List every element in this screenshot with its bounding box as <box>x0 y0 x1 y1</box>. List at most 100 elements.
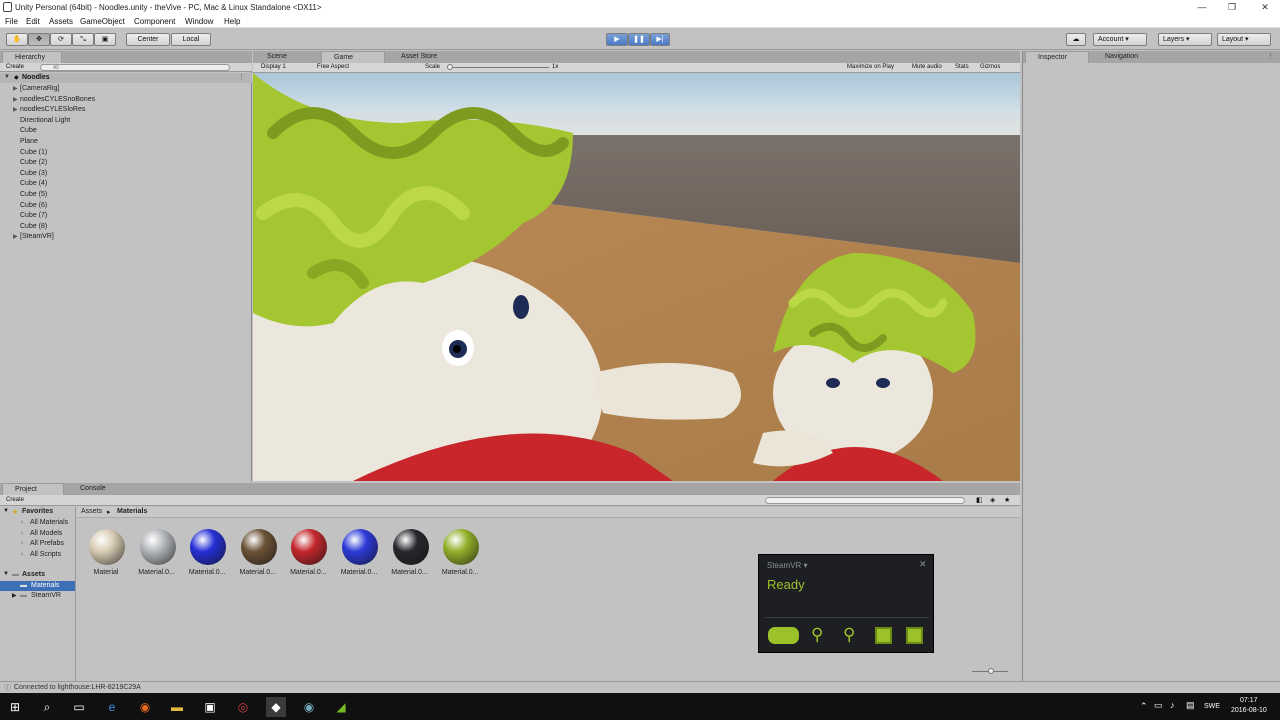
rotate-tool-icon[interactable]: ⟳ <box>50 33 72 46</box>
hierarchy-item[interactable]: Cube (2) <box>20 159 47 166</box>
hierarchy-search-input[interactable] <box>40 64 230 71</box>
task-view-icon[interactable]: ▭ <box>69 697 89 717</box>
hierarchy-item[interactable]: Plane <box>20 138 38 145</box>
tab-project[interactable]: Project <box>2 483 64 495</box>
hierarchy-expand-icon[interactable]: ▶ <box>13 233 18 240</box>
minimize-button[interactable]: — <box>1187 0 1217 15</box>
pause-button[interactable]: ❚❚ <box>628 33 650 46</box>
hierarchy-create-button[interactable]: Create <box>6 64 24 70</box>
material-thumbnail[interactable] <box>338 525 380 567</box>
favorite-all-models[interactable]: All Models <box>30 530 62 537</box>
folder-steamvr[interactable]: SteamVR <box>31 592 61 599</box>
clock-time[interactable]: 07:17 <box>1240 697 1258 704</box>
material-thumbnail[interactable] <box>287 525 329 567</box>
hierarchy-item[interactable]: noodlesCYLESloRes <box>20 106 85 113</box>
maximize-on-play-toggle[interactable]: Maximize on Play <box>847 64 894 70</box>
material-thumbnail[interactable] <box>186 525 228 567</box>
edge-browser-icon[interactable]: e <box>102 697 122 717</box>
material-thumbnail[interactable] <box>237 525 279 567</box>
display-dropdown[interactable]: Display 1 <box>261 64 286 70</box>
pivot-center-button[interactable]: Center <box>126 33 170 46</box>
assets-expand-icon[interactable]: ▼ <box>3 571 9 577</box>
hierarchy-item[interactable]: Cube (6) <box>20 202 47 209</box>
scene-header[interactable]: ▼ ◆ Noodles ⋮ <box>0 73 252 83</box>
hierarchy-item[interactable]: Cube (4) <box>20 180 47 187</box>
project-create-button[interactable]: Create <box>6 497 24 503</box>
hierarchy-item[interactable]: [CameraRig] <box>20 85 59 92</box>
hierarchy-item[interactable]: Cube (7) <box>20 212 47 219</box>
hierarchy-expand-icon[interactable]: ▶ <box>13 106 18 113</box>
account-dropdown[interactable]: Account ▾ <box>1093 33 1147 46</box>
hierarchy-item[interactable]: Cube (5) <box>20 191 47 198</box>
hierarchy-item[interactable]: Directional Light <box>20 117 70 124</box>
favorite-all-scripts[interactable]: All Scripts <box>30 551 61 558</box>
pivot-local-button[interactable]: Local <box>171 33 211 46</box>
mute-audio-toggle[interactable]: Mute audio <box>912 64 942 70</box>
tab-asset-store[interactable]: Asset Store <box>389 51 469 63</box>
hierarchy-item[interactable]: Cube (1) <box>20 149 47 156</box>
tray-expand-icon[interactable]: ⌃ <box>1140 701 1148 712</box>
tab-navigation[interactable]: Navigation <box>1093 51 1165 63</box>
menu-window[interactable]: Window <box>185 17 213 26</box>
inspector-menu-icon[interactable]: ⋮ <box>1267 52 1274 60</box>
menu-assets[interactable]: Assets <box>49 17 73 26</box>
favorites-expand-icon[interactable]: ▼ <box>3 508 9 514</box>
rect-tool-icon[interactable]: ▣ <box>94 33 116 46</box>
windows-start-icon[interactable]: ⊞ <box>5 697 25 717</box>
hierarchy-expand-icon[interactable]: ▶ <box>13 85 18 92</box>
scene-menu-icon[interactable]: ⋮ <box>238 73 245 81</box>
firefox-icon[interactable]: ◉ <box>135 697 155 717</box>
menu-gameobject[interactable]: GameObject <box>80 17 125 26</box>
scale-tool-icon[interactable]: ⤡ <box>72 33 94 46</box>
steamvr-title-dropdown[interactable]: SteamVR ▾ <box>767 561 807 570</box>
play-button[interactable]: ▶ <box>606 33 628 46</box>
cloud-icon[interactable]: ☁ <box>1066 33 1086 46</box>
tab-game[interactable]: Game <box>321 51 385 63</box>
favorite-all-prefabs[interactable]: All Prefabs <box>30 540 64 547</box>
material-thumbnail[interactable] <box>439 525 481 567</box>
step-button[interactable]: ▶| <box>650 33 670 46</box>
steamvr-expand-icon[interactable]: ▶ <box>12 592 17 599</box>
hand-tool-icon[interactable]: ✋ <box>6 33 28 46</box>
material-thumbnail[interactable] <box>85 525 127 567</box>
material-thumbnail[interactable] <box>136 525 178 567</box>
scale-slider-thumb[interactable] <box>447 64 453 70</box>
favorite-all-materials[interactable]: All Materials <box>30 519 68 526</box>
game-viewport[interactable] <box>253 73 1020 481</box>
stats-toggle[interactable]: Stats <box>955 64 969 70</box>
menu-file[interactable]: File <box>5 17 18 26</box>
tab-inspector[interactable]: Inspector <box>1025 51 1089 63</box>
nvidia-icon[interactable]: ◢ <box>331 697 351 717</box>
menu-edit[interactable]: Edit <box>26 17 40 26</box>
aspect-dropdown[interactable]: Free Aspect <box>317 64 349 70</box>
tab-scene[interactable]: Scene <box>255 51 319 63</box>
folder-materials[interactable]: ▬ Materials <box>0 581 75 591</box>
steamvr-close-icon[interactable]: ✕ <box>919 559 927 570</box>
hierarchy-item[interactable]: noodlesCYLESnoBones <box>20 96 95 103</box>
icon-size-slider-thumb[interactable] <box>988 668 994 674</box>
restore-button[interactable]: ❐ <box>1217 0 1247 15</box>
notifications-icon[interactable]: ▤ <box>1186 700 1195 711</box>
app-icon[interactable]: ◎ <box>233 697 253 717</box>
scale-slider[interactable] <box>449 67 549 68</box>
menu-component[interactable]: Component <box>134 17 175 26</box>
unity-taskbar-icon[interactable]: ◆ <box>266 697 286 717</box>
network-icon[interactable]: ▭ <box>1154 700 1163 711</box>
hierarchy-item[interactable]: Cube (8) <box>20 223 47 230</box>
material-thumbnail[interactable] <box>389 525 431 567</box>
gizmos-dropdown[interactable]: Gizmos <box>980 64 1000 70</box>
layout-dropdown[interactable]: Layout ▾ <box>1217 33 1271 46</box>
layers-dropdown[interactable]: Layers ▾ <box>1158 33 1212 46</box>
tab-hierarchy[interactable]: Hierarchy <box>2 51 62 63</box>
hierarchy-item[interactable]: Cube (3) <box>20 170 47 177</box>
move-tool-icon[interactable]: ✥ <box>28 33 50 46</box>
clock-date[interactable]: 2016-08-10 <box>1231 707 1267 714</box>
hierarchy-item[interactable]: Cube <box>20 127 37 134</box>
steam-icon[interactable]: ◉ <box>299 697 319 717</box>
close-button[interactable]: ✕ <box>1250 0 1280 15</box>
search-icon[interactable]: ⌕ <box>37 697 57 717</box>
volume-icon[interactable]: ♪ <box>1170 700 1175 710</box>
hierarchy-item[interactable]: [SteamVR] <box>20 233 54 240</box>
store-icon[interactable]: ▣ <box>200 697 220 717</box>
language-indicator[interactable]: SWE <box>1204 703 1220 710</box>
